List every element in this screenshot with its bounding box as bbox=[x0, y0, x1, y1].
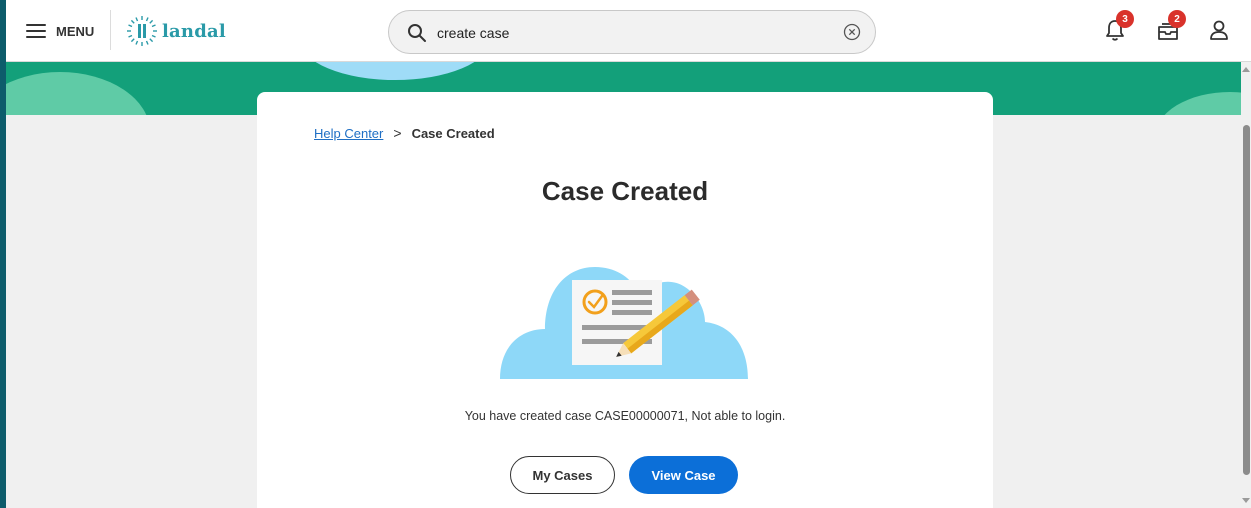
inbox-badge: 2 bbox=[1168, 10, 1186, 28]
notifications-badge: 3 bbox=[1116, 10, 1134, 28]
search-bar[interactable] bbox=[388, 10, 876, 54]
hamburger-icon bbox=[26, 24, 46, 38]
clear-search-icon[interactable] bbox=[843, 23, 861, 41]
header-divider bbox=[110, 10, 111, 50]
scroll-down-arrow-icon[interactable] bbox=[1242, 498, 1250, 503]
user-icon bbox=[1210, 20, 1228, 40]
breadcrumb-current: Case Created bbox=[411, 125, 495, 141]
breadcrumb-separator: > bbox=[393, 125, 402, 141]
logo-sun-icon bbox=[127, 16, 157, 46]
confirmation-message: You have created case CASE00000071, Not … bbox=[464, 409, 786, 423]
search-icon bbox=[408, 24, 426, 42]
menu-button[interactable]: MENU bbox=[26, 19, 94, 43]
breadcrumb-help-center-link[interactable]: Help Center bbox=[314, 126, 383, 141]
app-window: MENU landal create case 3 2 Help Center … bbox=[0, 0, 1251, 508]
page-title: Case Created bbox=[541, 176, 709, 206]
scroll-up-arrow-icon[interactable] bbox=[1242, 67, 1250, 72]
view-case-button[interactable]: View Case bbox=[629, 456, 738, 494]
notifications-button[interactable]: 3 bbox=[1104, 10, 1134, 46]
breadcrumb: Help Center > Case Created bbox=[314, 125, 495, 141]
main-card: Help Center > Case Created Case Created bbox=[257, 92, 993, 508]
menu-label: MENU bbox=[56, 23, 95, 39]
window-edge bbox=[0, 0, 6, 508]
inbox-button[interactable]: 2 bbox=[1156, 10, 1186, 46]
search-input[interactable] bbox=[437, 21, 817, 45]
profile-button[interactable] bbox=[1208, 18, 1236, 46]
case-created-illustration bbox=[500, 267, 748, 379]
page-scrollbar[interactable] bbox=[1241, 62, 1251, 508]
scroll-thumb[interactable] bbox=[1243, 125, 1250, 475]
company-logo[interactable]: landal bbox=[126, 14, 226, 48]
top-bar: MENU landal create case 3 2 bbox=[0, 0, 1251, 62]
logo-text: landal bbox=[162, 20, 226, 42]
my-cases-button[interactable]: My Cases bbox=[510, 456, 615, 494]
